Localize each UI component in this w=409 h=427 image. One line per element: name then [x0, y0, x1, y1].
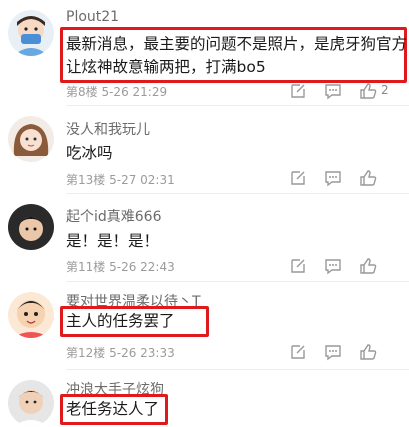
avatar[interactable] — [8, 380, 54, 426]
like-icon[interactable] — [359, 257, 377, 275]
comment-floor: 第11楼 — [66, 260, 106, 274]
like-icon[interactable] — [359, 343, 377, 361]
avatar[interactable] — [8, 204, 54, 250]
avatar[interactable] — [8, 292, 54, 338]
comment-date: 5-26 21:29 — [101, 85, 168, 99]
reply-icon[interactable] — [324, 169, 342, 187]
comment-username[interactable]: 起个id真难666 — [66, 206, 162, 226]
comment-floor: 第12楼 — [66, 346, 106, 360]
comment-meta: 第13楼 5-27 02:31 — [66, 171, 175, 188]
comment-meta: 第8楼 5-26 21:29 — [66, 83, 167, 100]
comment-item: 起个id真难666 是！是！是！ 第11楼 5-26 22:43 — [0, 194, 409, 282]
comment-text-line: 老任务达人了 — [66, 400, 160, 418]
comment-item: Plout21 最新消息，最主要的问题不是照片，是虎牙狗官方 让炫神故意输两把，… — [0, 0, 409, 106]
comment-meta: 第11楼 5-26 22:43 — [66, 258, 175, 275]
comment-date: 5-27 02:31 — [109, 173, 175, 187]
comment-floor: 第8楼 — [66, 85, 98, 99]
comment-text-line: 是！是！是！ — [66, 232, 160, 250]
comment-actions — [289, 343, 409, 363]
avatar[interactable] — [8, 10, 54, 56]
like-count: 2 — [381, 83, 389, 97]
avatar-image — [8, 204, 54, 250]
comment-meta: 第12楼 5-26 23:33 — [66, 344, 175, 361]
comment-actions: 2 — [289, 82, 409, 102]
edit-icon[interactable] — [289, 169, 307, 187]
comment-item: 要对世界温柔以待丶T 主人的任务罢了 第12楼 5-26 23:33 — [0, 282, 409, 370]
reply-icon[interactable] — [324, 343, 342, 361]
comment-floor: 第13楼 — [66, 173, 106, 187]
comment-username[interactable]: Plout21 — [66, 9, 119, 25]
like-icon[interactable] — [359, 82, 377, 100]
avatar-image — [8, 380, 54, 426]
comment-item: 冲浪大手子炫狗 老任务达人了 — [0, 370, 409, 427]
like-icon[interactable] — [359, 169, 377, 187]
comment-text-line: 主人的任务罢了 — [66, 312, 175, 330]
reply-icon[interactable] — [324, 82, 342, 100]
edit-icon[interactable] — [289, 343, 307, 361]
reply-icon[interactable] — [324, 257, 342, 275]
comment-text-line: 吃冰吗 — [66, 144, 113, 162]
comment-username[interactable]: 没人和我玩儿 — [66, 119, 150, 139]
comment-text-line: 让炫神故意输两把，打满bo5 — [66, 58, 266, 76]
comment-date: 5-26 23:33 — [109, 346, 175, 360]
avatar[interactable] — [8, 116, 54, 162]
comment-date: 5-26 22:43 — [109, 260, 175, 274]
comment-actions — [289, 257, 409, 277]
avatar-image — [8, 116, 54, 162]
comment-item: 没人和我玩儿 吃冰吗 第13楼 5-27 02:31 — [0, 106, 409, 194]
avatar-image — [8, 292, 54, 338]
edit-icon[interactable] — [289, 257, 307, 275]
edit-icon[interactable] — [289, 82, 307, 100]
comment-actions — [289, 169, 409, 189]
avatar-image — [8, 10, 54, 56]
